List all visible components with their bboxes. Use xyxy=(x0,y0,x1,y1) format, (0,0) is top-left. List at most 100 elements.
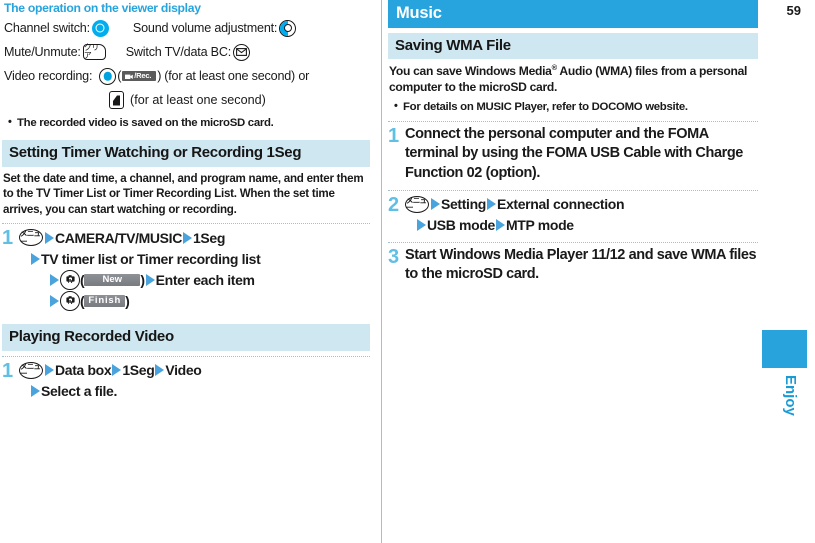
paren-close: ) xyxy=(157,68,162,83)
step-separator xyxy=(388,120,758,122)
step-separator xyxy=(388,241,758,243)
finish-button[interactable]: Finish xyxy=(84,294,126,308)
menu-path-1seg: 1Seg xyxy=(122,362,155,379)
menu-key-icon: メニュー xyxy=(19,361,43,379)
video-recording-sub-suffix: (for at least one second) xyxy=(130,93,266,107)
camera-tv-key-label: TV xyxy=(67,278,73,285)
clear-key-icon: クリア xyxy=(82,44,106,60)
enter-each-item-label: Enter each item xyxy=(155,271,255,288)
column-divider xyxy=(381,0,382,543)
arrow-right-icon xyxy=(431,198,440,210)
arrow-right-icon xyxy=(496,219,505,231)
menu-path-usb-mode: USB mode xyxy=(427,217,495,233)
select-a-file-label: Select a file. xyxy=(41,383,118,400)
step-separator xyxy=(388,189,758,191)
step-body: Connect the personal computer and the FO… xyxy=(405,125,758,184)
step-line-2: TV timer list or Timer recording list xyxy=(30,248,370,269)
menu-path-external-connection: External connection xyxy=(497,196,625,212)
music-step-3: 3 Start Windows Media Player 11/12 and s… xyxy=(388,246,758,285)
paren-open: ( xyxy=(117,68,122,83)
arrow-right-icon xyxy=(145,273,155,286)
step-separator xyxy=(2,355,370,357)
page-number: 59 xyxy=(786,3,801,18)
arrow-right-icon xyxy=(50,294,59,307)
right-column: Music Saving WMA File You can save Windo… xyxy=(388,0,758,543)
sound-volume-label: Sound volume adjustment: xyxy=(132,20,278,35)
camera-rec-button-icon: /Rec. xyxy=(122,71,157,81)
4way-half-ring-key-icon xyxy=(279,19,297,37)
menu-path-video: Video xyxy=(165,362,202,379)
center-key-icon xyxy=(99,67,117,85)
music-step-2: 2 メニュー Setting External connection USB m… xyxy=(388,194,758,236)
chapter-heading-music: Music xyxy=(388,0,758,28)
paren-close: ) xyxy=(125,292,130,309)
step-line-1: メニュー Setting External connection xyxy=(405,194,758,215)
chapter-tab-block xyxy=(762,330,807,368)
step-number: 2 xyxy=(388,193,400,216)
softkey-icon xyxy=(109,91,124,109)
chapter-tab-label: Enjoy xyxy=(782,375,799,416)
viewer-row-video-recording-alt: (for at least one second) xyxy=(107,89,370,111)
arrow-right-icon xyxy=(50,273,59,286)
rec-button-label: /Rec. xyxy=(134,71,152,81)
left-column: The operation on the viewer display Chan… xyxy=(0,0,374,543)
step-line-2: USB mode MTP mode xyxy=(416,215,758,236)
section-heading-saving-wma: Saving WMA File xyxy=(388,32,758,59)
microsd-note: The recorded video is saved on the micro… xyxy=(8,115,370,131)
step-number: 3 xyxy=(388,245,400,268)
new-button[interactable]: New xyxy=(84,273,141,287)
menu-path-tv-timer-list: TV timer list or Timer recording list xyxy=(41,250,261,267)
registered-trademark-icon: ® xyxy=(551,62,558,72)
timer-step-1: 1 メニュー CAMERA/TV/MUSIC 1Seg TV timer lis… xyxy=(2,227,370,311)
sound-volume-group: Sound volume adjustment: xyxy=(132,19,298,37)
paren-close: ) xyxy=(140,271,145,288)
arrow-right-icon xyxy=(45,364,54,377)
mute-unmute-label: Mute/Unmute: xyxy=(4,44,81,59)
menu-path-data-box: Data box xyxy=(55,362,112,379)
step-text: Connect the personal computer and the FO… xyxy=(405,125,743,181)
mail-key-icon xyxy=(233,43,251,61)
step-line-3: TV ( New ) Enter each item xyxy=(49,269,370,290)
step-text: Start Windows Media Player 11/12 and sav… xyxy=(405,246,757,283)
arrow-right-icon xyxy=(112,364,122,377)
step-body: Start Windows Media Player 11/12 and sav… xyxy=(405,246,758,285)
step-line-1: メニュー CAMERA/TV/MUSIC 1Seg xyxy=(19,227,370,248)
manual-page: The operation on the viewer display Chan… xyxy=(0,0,815,543)
viewer-row-video-recording: Video recording: ( /Rec. ) (for at least… xyxy=(4,65,370,87)
playing-step-1: 1 メニュー Data box 1Seg Video Select a file… xyxy=(2,360,370,402)
music-step-1: 1 Connect the personal computer and the … xyxy=(388,125,758,184)
arrow-right-icon xyxy=(31,252,40,265)
step-body: メニュー CAMERA/TV/MUSIC 1Seg TV timer list … xyxy=(19,227,370,311)
viewer-row-mute: Mute/Unmute: クリア Switch TV/data BC: xyxy=(4,41,370,63)
switch-tv-data-label: Switch TV/data BC: xyxy=(125,44,232,59)
arrow-right-icon xyxy=(31,385,40,398)
step-separator xyxy=(2,223,370,225)
camera-tv-key-label: TV xyxy=(67,299,73,306)
menu-path-mtp-mode: MTP mode xyxy=(506,217,574,233)
step-number: 1 xyxy=(388,124,400,147)
video-recording-suffix: (for at least one second) or xyxy=(164,68,310,83)
menu-key-icon: メニュー xyxy=(405,195,429,213)
menu-path-camera-tv-music: CAMERA/TV/MUSIC xyxy=(55,229,182,246)
camera-tv-key-icon: TV xyxy=(60,290,80,311)
section-timer-body: Set the date and time, a channel, and pr… xyxy=(3,171,364,216)
step-number: 1 xyxy=(2,359,14,382)
step-line-4: TV ( Finish ) xyxy=(49,290,370,311)
camera-tv-key-icon: TV xyxy=(60,269,80,290)
music-player-note: For details on MUSIC Player, refer to DO… xyxy=(394,99,758,115)
step-number: 1 xyxy=(2,227,14,250)
switch-tv-data-group: Switch TV/data BC: xyxy=(125,43,252,61)
section-heading-playing: Playing Recorded Video xyxy=(2,324,370,351)
channel-switch-label: Channel switch: xyxy=(4,20,90,35)
4way-ring-key-icon xyxy=(91,19,109,37)
menu-path-1seg: 1Seg xyxy=(192,229,226,246)
step-body: メニュー Setting External connection USB mod… xyxy=(405,194,758,236)
section-heading-timer: Setting Timer Watching or Recording 1Seg xyxy=(2,139,370,167)
arrow-right-icon xyxy=(487,198,496,210)
step-line-2: Select a file. xyxy=(30,381,370,402)
arrow-right-icon xyxy=(417,219,426,231)
arrow-right-icon xyxy=(155,364,165,377)
step-body: メニュー Data box 1Seg Video Select a file. xyxy=(19,360,370,402)
viewer-row-channel-switch: Channel switch: Sound volume adjustment: xyxy=(4,17,370,39)
arrow-right-icon xyxy=(45,231,54,244)
